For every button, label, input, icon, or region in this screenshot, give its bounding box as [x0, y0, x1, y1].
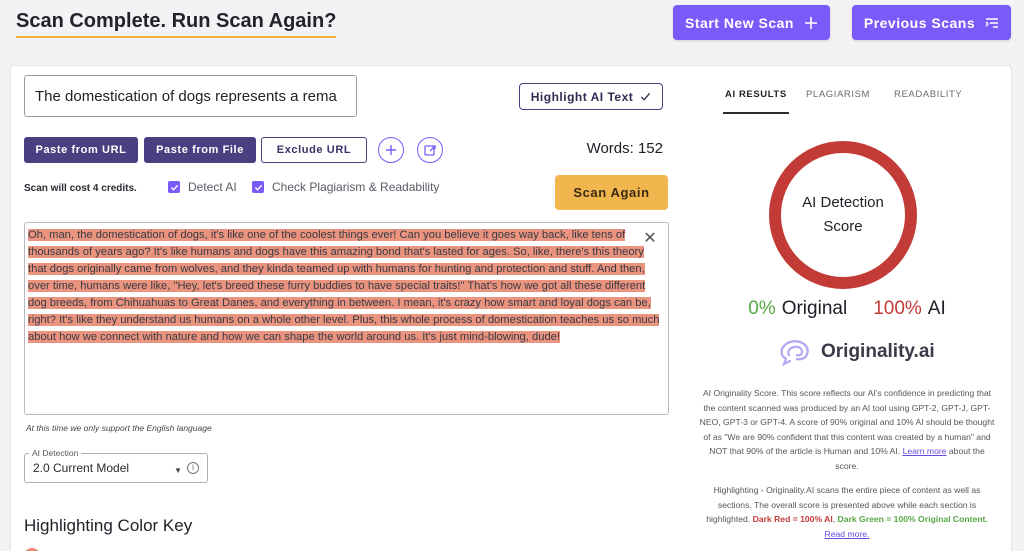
scan-panel: The domestication of dogs represents a r… — [10, 65, 1012, 551]
dark-green-legend: Dark Green = 100% Original Content. — [837, 514, 988, 525]
page-title: Scan Complete. Run Scan Again? — [16, 10, 337, 38]
logo-text: Originality.ai — [821, 341, 935, 362]
info-icon[interactable]: i — [187, 462, 199, 474]
previous-scans-button[interactable]: Previous Scans — [852, 5, 1011, 40]
detect-ai-checkbox[interactable]: Detect AI — [168, 180, 237, 194]
ai-percent: 100% — [873, 298, 922, 319]
paste-from-url-button[interactable]: Paste from URL — [24, 137, 138, 163]
previous-scans-label: Previous Scans — [863, 14, 976, 31]
check-icon — [641, 92, 651, 101]
highlighted-ai-text: Oh, man, the domestication of dogs, it's… — [28, 229, 660, 343]
checkbox-checked-icon — [252, 181, 264, 193]
content-textarea[interactable]: Oh, man, the domestication of dogs, it's… — [24, 222, 669, 415]
check-plagiarism-label: Check Plagiarism & Readability — [272, 180, 440, 194]
chevron-down-icon: ▼ — [174, 466, 182, 475]
scan-again-button[interactable]: Scan Again — [555, 175, 668, 210]
learn-more-link[interactable]: Learn more — [903, 446, 947, 456]
highlight-ai-text-button[interactable]: Highlight AI Text — [519, 83, 663, 110]
original-percent: 0% — [748, 298, 776, 319]
start-new-scan-label: Start New Scan — [685, 14, 794, 31]
color-key-title: Highlighting Color Key — [24, 516, 193, 535]
original-label: Original — [781, 298, 848, 319]
language-note: At this time we only support the English… — [26, 423, 212, 433]
read-more-link[interactable]: Read more. — [825, 529, 870, 539]
title-input[interactable]: The domestication of dogs represents a r… — [24, 75, 357, 117]
start-new-scan-button[interactable]: Start New Scan — [673, 5, 830, 40]
word-count: Words: 152 — [586, 140, 663, 157]
tab-plagiarism[interactable]: PLAGIARISM — [806, 86, 870, 114]
ai-detection-score-ring: AI Detection Score — [769, 141, 917, 289]
originality-logo: Originality.ai — [779, 338, 935, 366]
score-description: AI Originality Score. This score reflect… — [697, 386, 997, 474]
ai-model-legend: AI Detection — [29, 448, 82, 458]
add-circle-icon[interactable] — [378, 137, 404, 163]
exclude-url-button[interactable]: Exclude URL — [261, 137, 367, 163]
plus-icon — [804, 16, 817, 29]
paste-from-file-button[interactable]: Paste from File — [144, 137, 256, 163]
editor-section: The domestication of dogs represents a r… — [11, 66, 681, 551]
score-label: AI Detection Score — [802, 194, 884, 235]
results-tabs: AI RESULTS PLAGIARISM READABILITY — [681, 86, 1013, 114]
dark-red-legend: Dark Red = 100% AI — [752, 514, 833, 525]
checkbox-checked-icon — [168, 181, 180, 193]
export-icon[interactable] — [417, 137, 443, 163]
highlight-ai-text-label: Highlight AI Text — [530, 89, 634, 104]
tab-readability[interactable]: READABILITY — [894, 86, 962, 114]
list-icon — [985, 17, 999, 28]
tab-ai-results[interactable]: AI RESULTS — [723, 86, 789, 114]
close-icon[interactable]: ✕ — [643, 231, 657, 247]
results-section: AI RESULTS PLAGIARISM READABILITY AI Det… — [681, 66, 1013, 551]
scan-cost-text: Scan will cost 4 credits. — [24, 183, 137, 194]
check-plagiarism-checkbox[interactable]: Check Plagiarism & Readability — [252, 180, 439, 194]
detect-ai-label: Detect AI — [188, 180, 237, 194]
ai-label: AI — [927, 298, 946, 319]
score-summary: 0% Original 100% AI — [681, 298, 1013, 320]
brain-logo-icon — [780, 340, 809, 366]
title-input-value: The domestication of dogs represents a r… — [35, 87, 337, 105]
ai-model-value: 2.0 Current Model — [33, 461, 130, 475]
top-bar: Scan Complete. Run Scan Again? Start New… — [0, 0, 1024, 62]
highlighting-description: Highlighting - Originality.AI scans the … — [706, 485, 988, 539]
